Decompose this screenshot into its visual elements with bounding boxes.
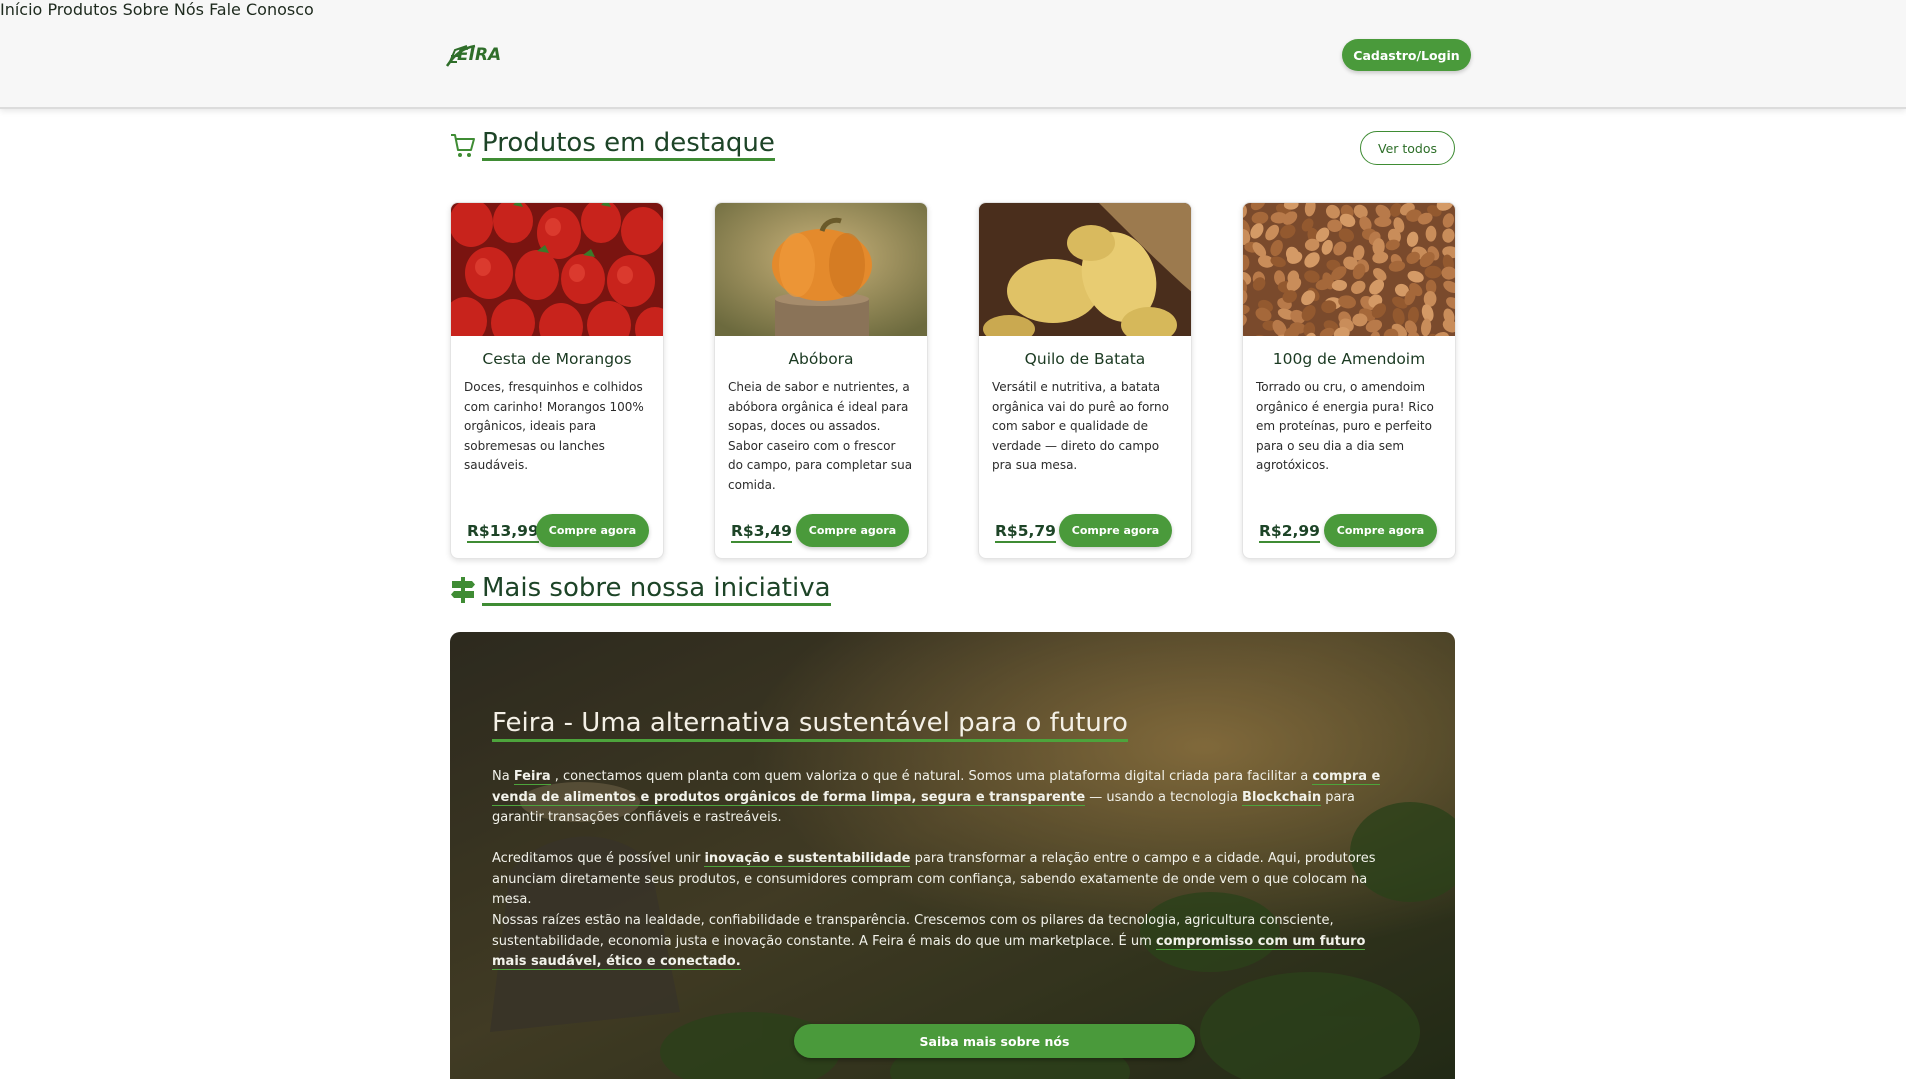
product-name[interactable]: Quilo de Batata (979, 350, 1191, 368)
product-card: Abóbora Cheia de sabor e nutrientes, a a… (714, 202, 928, 559)
signpost-icon (451, 576, 475, 603)
initiative-title: Mais sobre nossa iniciativa (482, 573, 831, 606)
nav-inicio[interactable]: Início (0, 0, 42, 19)
product-price: R$2,99 (1259, 521, 1320, 543)
product-card: 100g de Amendoim Torrado ou cru, o amend… (1242, 202, 1456, 559)
product-image-pumpkin[interactable] (715, 203, 927, 336)
buy-now-button[interactable]: Compre agora (1324, 514, 1437, 547)
initiative-section-title: Mais sobre nossa iniciativa (450, 573, 831, 606)
product-description: Torrado ou cru, o amendoim orgânico é en… (1256, 380, 1434, 472)
login-button[interactable]: Cadastro/Login (1342, 39, 1471, 71)
product-image-peanuts[interactable] (1243, 203, 1455, 336)
initiative-banner: Feira - Uma alternativa sustentável para… (450, 632, 1455, 1079)
see-all-button[interactable]: Ver todos (1360, 131, 1455, 165)
featured-section-title: Produtos em destaque (450, 128, 775, 161)
banner-title: Feira - Uma alternativa sustentável para… (492, 707, 1128, 742)
banner-paragraph-2: Acreditamos que é possível unir inovação… (492, 851, 1376, 907)
product-image-potatoes[interactable] (979, 203, 1191, 336)
buy-now-button[interactable]: Compre agora (536, 514, 649, 547)
buy-now-button[interactable]: Compre agora (1059, 514, 1172, 547)
product-description: Versátil e nutritiva, a batata orgânica … (992, 380, 1169, 472)
nav-fale-conosco[interactable]: Fale Conosco (209, 0, 314, 19)
nav-produtos[interactable]: Produtos (47, 0, 117, 19)
banner-paragraph-3: Nossas raízes estão na lealdade, confiab… (492, 913, 1366, 970)
product-name[interactable]: Cesta de Morangos (451, 350, 663, 368)
product-name[interactable]: 100g de Amendoim (1243, 350, 1455, 368)
product-card: Quilo de Batata Versátil e nutritiva, a … (978, 202, 1192, 559)
product-price: R$13,99 (467, 521, 539, 543)
product-image-strawberries[interactable] (451, 203, 663, 336)
banner-paragraph-1: Na Feira , conectamos quem planta com qu… (492, 769, 1381, 825)
learn-more-button[interactable]: Saiba mais sobre nós (794, 1024, 1195, 1058)
featured-title: Produtos em destaque (482, 128, 775, 161)
svg-text:EIRA: EIRA (457, 45, 501, 65)
product-price: R$3,49 (731, 521, 792, 543)
nav-sobre-nos[interactable]: Sobre Nós (123, 0, 204, 19)
product-description: Doces, fresquinhos e colhidos com carinh… (464, 380, 644, 472)
site-header: EIRA Início Produtos Sobre Nós Fale Cono… (0, 0, 1906, 109)
product-price: R$5,79 (995, 521, 1056, 543)
product-card: Cesta de Morangos Doces, fresquinhos e c… (450, 202, 664, 559)
buy-now-button[interactable]: Compre agora (796, 514, 909, 547)
product-description: Cheia de sabor e nutrientes, a abóbora o… (728, 380, 913, 492)
shopping-cart-icon (451, 133, 475, 157)
product-name[interactable]: Abóbora (715, 350, 927, 368)
feira-logo[interactable]: EIRA (445, 36, 501, 70)
